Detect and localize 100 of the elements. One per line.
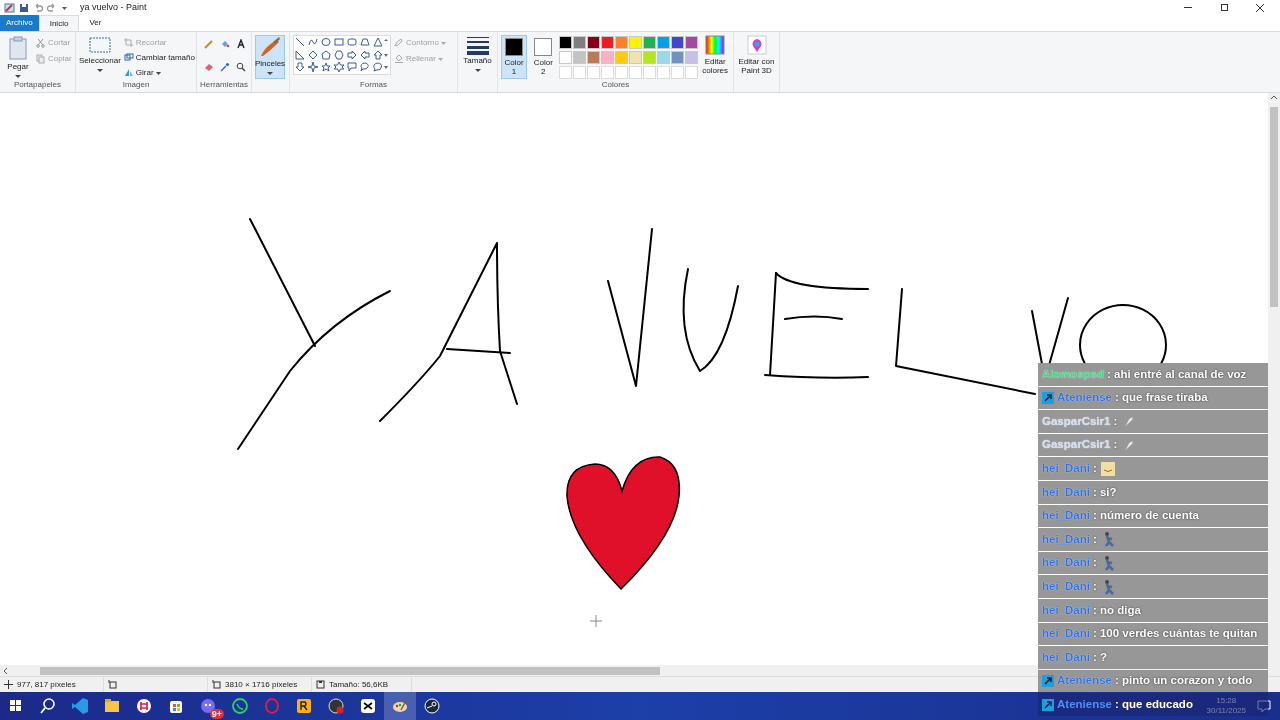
chat-text: : ?: [1092, 649, 1107, 665]
edit-colors-button[interactable]: Editar colores: [700, 35, 730, 79]
shape-icon[interactable]: [347, 49, 357, 60]
shape-icon[interactable]: [360, 49, 370, 60]
palette-swatch[interactable]: [559, 36, 573, 49]
taskbar-app-button[interactable]: 9+: [192, 692, 224, 720]
palette-swatch[interactable]: [615, 36, 629, 49]
text-tool-icon[interactable]: [236, 39, 246, 49]
clock-date[interactable]: 30/11/2025: [1206, 706, 1246, 716]
crosshair-icon: [589, 614, 603, 628]
chat-text: : 100 verdes cuántas te quitan: [1092, 626, 1258, 642]
palette-swatch[interactable]: [629, 36, 643, 49]
rotate-button[interactable]: Girar: [123, 67, 195, 79]
palette-swatch[interactable]: [601, 36, 615, 49]
shape-icon[interactable]: [334, 62, 344, 73]
ribbon-tab[interactable]: Inicio: [38, 15, 80, 31]
shape-icon[interactable]: [295, 49, 305, 60]
face-emote-icon: [1099, 460, 1116, 477]
palette-swatch[interactable]: [559, 51, 573, 64]
color-slot-button[interactable]: Color 1: [501, 35, 528, 79]
palette-swatch[interactable]: [685, 51, 699, 64]
chat-username[interactable]: Ateniense: [1057, 672, 1112, 690]
shape-icon[interactable]: [373, 49, 383, 60]
close-icon[interactable]: [1256, 3, 1264, 12]
palette-swatch[interactable]: [587, 36, 601, 49]
palette-swatch[interactable]: [671, 51, 685, 64]
chat-username[interactable]: GasparCsir1: [1042, 412, 1111, 431]
chat-username[interactable]: hei_Dani: [1042, 578, 1090, 596]
magnifier-icon[interactable]: [236, 62, 246, 72]
palette-swatch[interactable]: [615, 51, 629, 64]
chat-text: : pinto un corazon y todo: [1114, 673, 1253, 689]
chat-username[interactable]: hei_Dani: [1042, 601, 1090, 619]
palette-swatch[interactable]: [657, 51, 671, 64]
palette-swatch[interactable]: [657, 36, 671, 49]
paint-bucket-icon[interactable]: [220, 39, 230, 49]
palette-swatch[interactable]: [643, 36, 657, 49]
shape-icon[interactable]: [308, 62, 318, 73]
chat-username[interactable]: Alemospsd: [1042, 365, 1104, 383]
resize-button[interactable]: Cambiar tamaño: [123, 52, 195, 64]
palette-swatch[interactable]: [629, 51, 643, 64]
shape-icon[interactable]: [321, 62, 331, 73]
select-button[interactable]: Seleccionar: [79, 35, 121, 79]
group-label: Imagen: [121, 79, 151, 91]
shape-icon[interactable]: [360, 62, 370, 73]
palette-swatch[interactable]: [587, 51, 601, 64]
chat-username[interactable]: hei_Dani: [1042, 554, 1090, 572]
chat-username[interactable]: hei_Dani: [1042, 530, 1090, 549]
crop-icon: [123, 38, 134, 48]
paste-button[interactable]: Pegar: [3, 35, 33, 79]
palette-swatch[interactable]: [573, 51, 587, 64]
size-button[interactable]: Tamaño: [461, 35, 494, 79]
shape-icon[interactable]: [334, 49, 344, 60]
chat-username[interactable]: hei_Dani: [1042, 648, 1090, 667]
ribbon-tab[interactable]: Archivo: [0, 15, 39, 31]
palette-swatch[interactable]: [573, 36, 587, 49]
caret-icon: [155, 70, 161, 76]
undo-icon[interactable]: [33, 2, 43, 13]
palette-swatch[interactable]: [601, 51, 615, 64]
scissors-icon: [36, 38, 45, 48]
vertical-scrollbar[interactable]: [1268, 93, 1280, 665]
shape-icon[interactable]: [321, 49, 331, 60]
clipboard-icon: [8, 35, 28, 61]
chat-username[interactable]: hei_Dani: [1042, 460, 1090, 478]
shape-icon[interactable]: [347, 62, 357, 73]
scroll-thumb[interactable]: [1270, 107, 1278, 307]
ribbon-tab[interactable]: Ver: [79, 15, 112, 31]
notification-icon[interactable]: [1256, 698, 1272, 714]
chat-username[interactable]: Ateniense: [1057, 389, 1112, 407]
brush-icon: [259, 36, 281, 58]
eraser-icon[interactable]: [204, 62, 214, 72]
shape-icon[interactable]: [295, 62, 305, 73]
shape-icon[interactable]: [373, 62, 383, 73]
chat-username[interactable]: GasparCsir1: [1042, 436, 1111, 454]
paint-drop-icon: [746, 35, 767, 55]
chat-username[interactable]: hei_Dani: [1042, 507, 1090, 525]
palette-swatch[interactable]: [671, 36, 685, 49]
chat-text: :: [1113, 437, 1118, 453]
chat-text: : que educado: [1114, 697, 1193, 712]
bucket-icon: [394, 54, 404, 64]
scroll-left-icon[interactable]: [2, 666, 10, 675]
chat-username[interactable]: hei_Dani: [1042, 483, 1090, 501]
save-icon[interactable]: [19, 2, 29, 13]
group-label: Herramientas: [199, 79, 249, 91]
caret-icon: [474, 67, 481, 73]
move-cursor-icon: [4, 680, 13, 689]
color-picker-icon[interactable]: [220, 62, 230, 72]
chat-username[interactable]: hei_Dani: [1042, 625, 1090, 643]
pencil-icon[interactable]: [204, 39, 214, 49]
chat-text: : que frase tiraba: [1114, 390, 1208, 406]
palette-swatch[interactable]: [685, 36, 699, 49]
palette-swatch[interactable]: [643, 51, 657, 64]
chat-username[interactable]: Ateniense: [1057, 696, 1112, 714]
chat-text: :: [1092, 461, 1097, 477]
color-spectrum-icon: [705, 35, 726, 55]
scroll-thumb[interactable]: [40, 666, 660, 675]
shape-icon[interactable]: [308, 49, 318, 60]
paint3d-button[interactable]: Editar con Paint 3D: [737, 35, 776, 79]
clock-time[interactable]: 15:28: [1216, 696, 1237, 706]
color-slot-button[interactable]: Color 2: [530, 35, 557, 79]
brushes-button[interactable]: Pinceles: [255, 35, 285, 79]
